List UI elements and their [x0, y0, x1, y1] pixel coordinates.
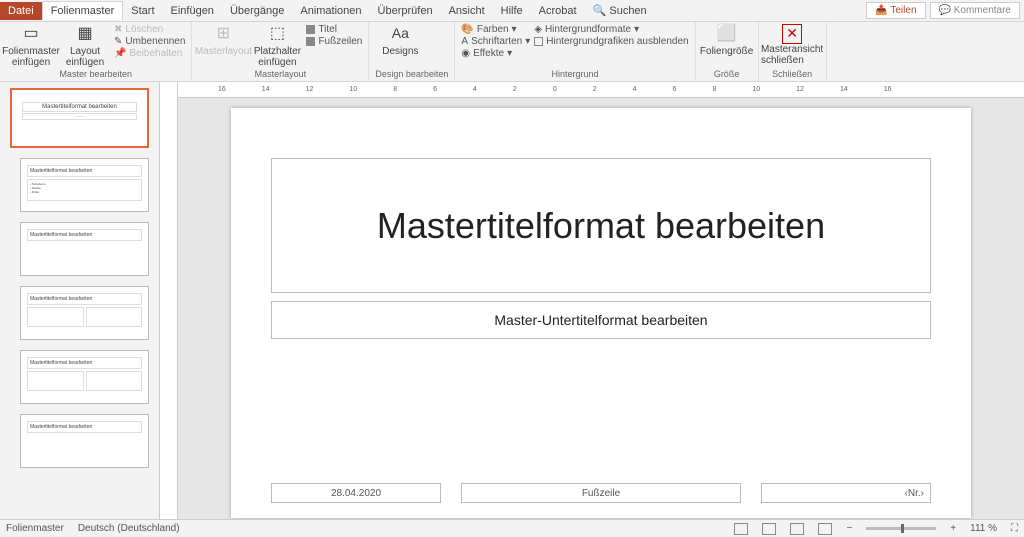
tab-slidemaster[interactable]: Folienmaster — [42, 1, 124, 20]
delete-button: ✖ Löschen — [114, 24, 185, 35]
zoom-in[interactable]: + — [950, 523, 956, 534]
thumb-layout[interactable]: Mastertitelformat bearbeiten — [20, 414, 149, 468]
placeholder-footer[interactable]: Fußzeile — [461, 483, 741, 503]
thumb-layout[interactable]: Mastertitelformat bearbeiten — [20, 350, 149, 404]
tab-review[interactable]: Überprüfen — [370, 2, 441, 20]
zoom-slider[interactable] — [866, 527, 936, 530]
close-masterview-button[interactable]: ✕Masteransicht schließen — [765, 24, 820, 66]
ruler-horizontal: 1614121086420246810121416 — [178, 82, 1024, 98]
group-label: Masterlayout — [198, 69, 362, 79]
fonts-button[interactable]: A Schriftarten ▾ — [461, 36, 530, 47]
placeholder-date[interactable]: 28.04.2020 — [271, 483, 441, 503]
tab-file[interactable]: Datei — [0, 2, 42, 20]
effects-button[interactable]: ◉ Effekte ▾ — [461, 48, 530, 59]
placeholder-slidenumber[interactable]: ‹Nr.› — [761, 483, 931, 503]
view-slideshow-icon[interactable] — [818, 523, 832, 535]
tab-help[interactable]: Hilfe — [493, 2, 531, 20]
placeholder-title[interactable]: Mastertitelformat bearbeiten — [271, 158, 931, 293]
placeholder-subtitle[interactable]: Master-Untertitelformat bearbeiten — [271, 301, 931, 339]
preserve-button: 📌 Beibehalten — [114, 48, 185, 59]
group-label: Schließen — [765, 69, 820, 79]
thumb-layout[interactable]: Mastertitelformat bearbeiten • Textebene… — [20, 158, 149, 212]
menubar: Datei Folienmaster Start Einfügen Übergä… — [0, 0, 1024, 22]
status-mode: Folienmaster — [6, 523, 64, 534]
thumbnail-panel: Mastertitelformat bearbeiten ····· Maste… — [0, 82, 160, 519]
group-label: Größe — [702, 69, 752, 79]
tab-animations[interactable]: Animationen — [292, 2, 369, 20]
masterlayout-button[interactable]: ⊞Masterlayout — [198, 24, 248, 57]
view-sorter-icon[interactable] — [762, 523, 776, 535]
group-label: Hintergrund — [461, 69, 688, 79]
slidemaster-icon: ▭ — [21, 24, 41, 44]
thumb-layout[interactable]: Mastertitelformat bearbeiten — [20, 222, 149, 276]
insert-placeholder-button[interactable]: ⬚Platzhalter einfügen — [252, 24, 302, 68]
rename-button[interactable]: ✎ Umbenennen — [114, 36, 185, 47]
zoom-level[interactable]: 111 % — [970, 523, 997, 534]
statusbar: Folienmaster Deutsch (Deutschland) − + 1… — [0, 519, 1024, 537]
slide-size-button[interactable]: ⬜Foliengröße — [702, 24, 752, 57]
comments-button[interactable]: 💬 Kommentare — [930, 2, 1020, 19]
tab-start[interactable]: Start — [123, 2, 162, 20]
bg-formats-button[interactable]: ◈ Hintergrundformate ▾ — [534, 24, 688, 35]
tab-transitions[interactable]: Übergänge — [222, 2, 292, 20]
hide-bg-checkbox[interactable]: Hintergrundgrafiken ausblenden — [534, 36, 688, 47]
status-language[interactable]: Deutsch (Deutschland) — [78, 523, 180, 534]
designs-button[interactable]: AaDesigns — [375, 24, 425, 57]
canvas-area[interactable]: Mastertitelformat bearbeiten Master-Unte… — [178, 98, 1024, 519]
footers-checkbox[interactable]: Fußzeilen — [306, 36, 362, 47]
designs-icon: Aa — [390, 24, 410, 44]
insert-layout-button[interactable]: ▦Layout einfügen — [60, 24, 110, 68]
zoom-out[interactable]: − — [846, 523, 852, 534]
ruler-vertical — [160, 82, 178, 519]
masterlayout-icon: ⊞ — [213, 24, 233, 44]
view-normal-icon[interactable] — [734, 523, 748, 535]
colors-button[interactable]: 🎨 Farben ▾ — [461, 24, 530, 35]
insert-slidemaster-button[interactable]: ▭Folienmaster einfügen — [6, 24, 56, 68]
group-label: Design bearbeiten — [375, 69, 448, 79]
size-icon: ⬜ — [717, 24, 737, 44]
fit-window-icon[interactable]: ⛶ — [1011, 523, 1018, 534]
title-checkbox[interactable]: Titel — [306, 24, 362, 35]
placeholder-icon: ⬚ — [267, 24, 287, 44]
close-icon: ✕ — [782, 24, 802, 44]
layout-icon: ▦ — [75, 24, 95, 44]
thumb-layout[interactable]: Mastertitelformat bearbeiten — [20, 286, 149, 340]
tab-insert[interactable]: Einfügen — [163, 2, 222, 20]
slide-master: Mastertitelformat bearbeiten Master-Unte… — [231, 108, 971, 518]
view-reading-icon[interactable] — [790, 523, 804, 535]
tab-view[interactable]: Ansicht — [441, 2, 493, 20]
group-label: Master bearbeiten — [6, 69, 185, 79]
share-button[interactable]: 📤 Teilen — [866, 2, 925, 19]
thumb-master[interactable]: Mastertitelformat bearbeiten ····· — [10, 88, 149, 148]
tab-acrobat[interactable]: Acrobat — [531, 2, 585, 20]
search-box[interactable]: 🔍 Suchen — [585, 1, 655, 20]
ribbon: ▭Folienmaster einfügen ▦Layout einfügen … — [0, 22, 1024, 82]
